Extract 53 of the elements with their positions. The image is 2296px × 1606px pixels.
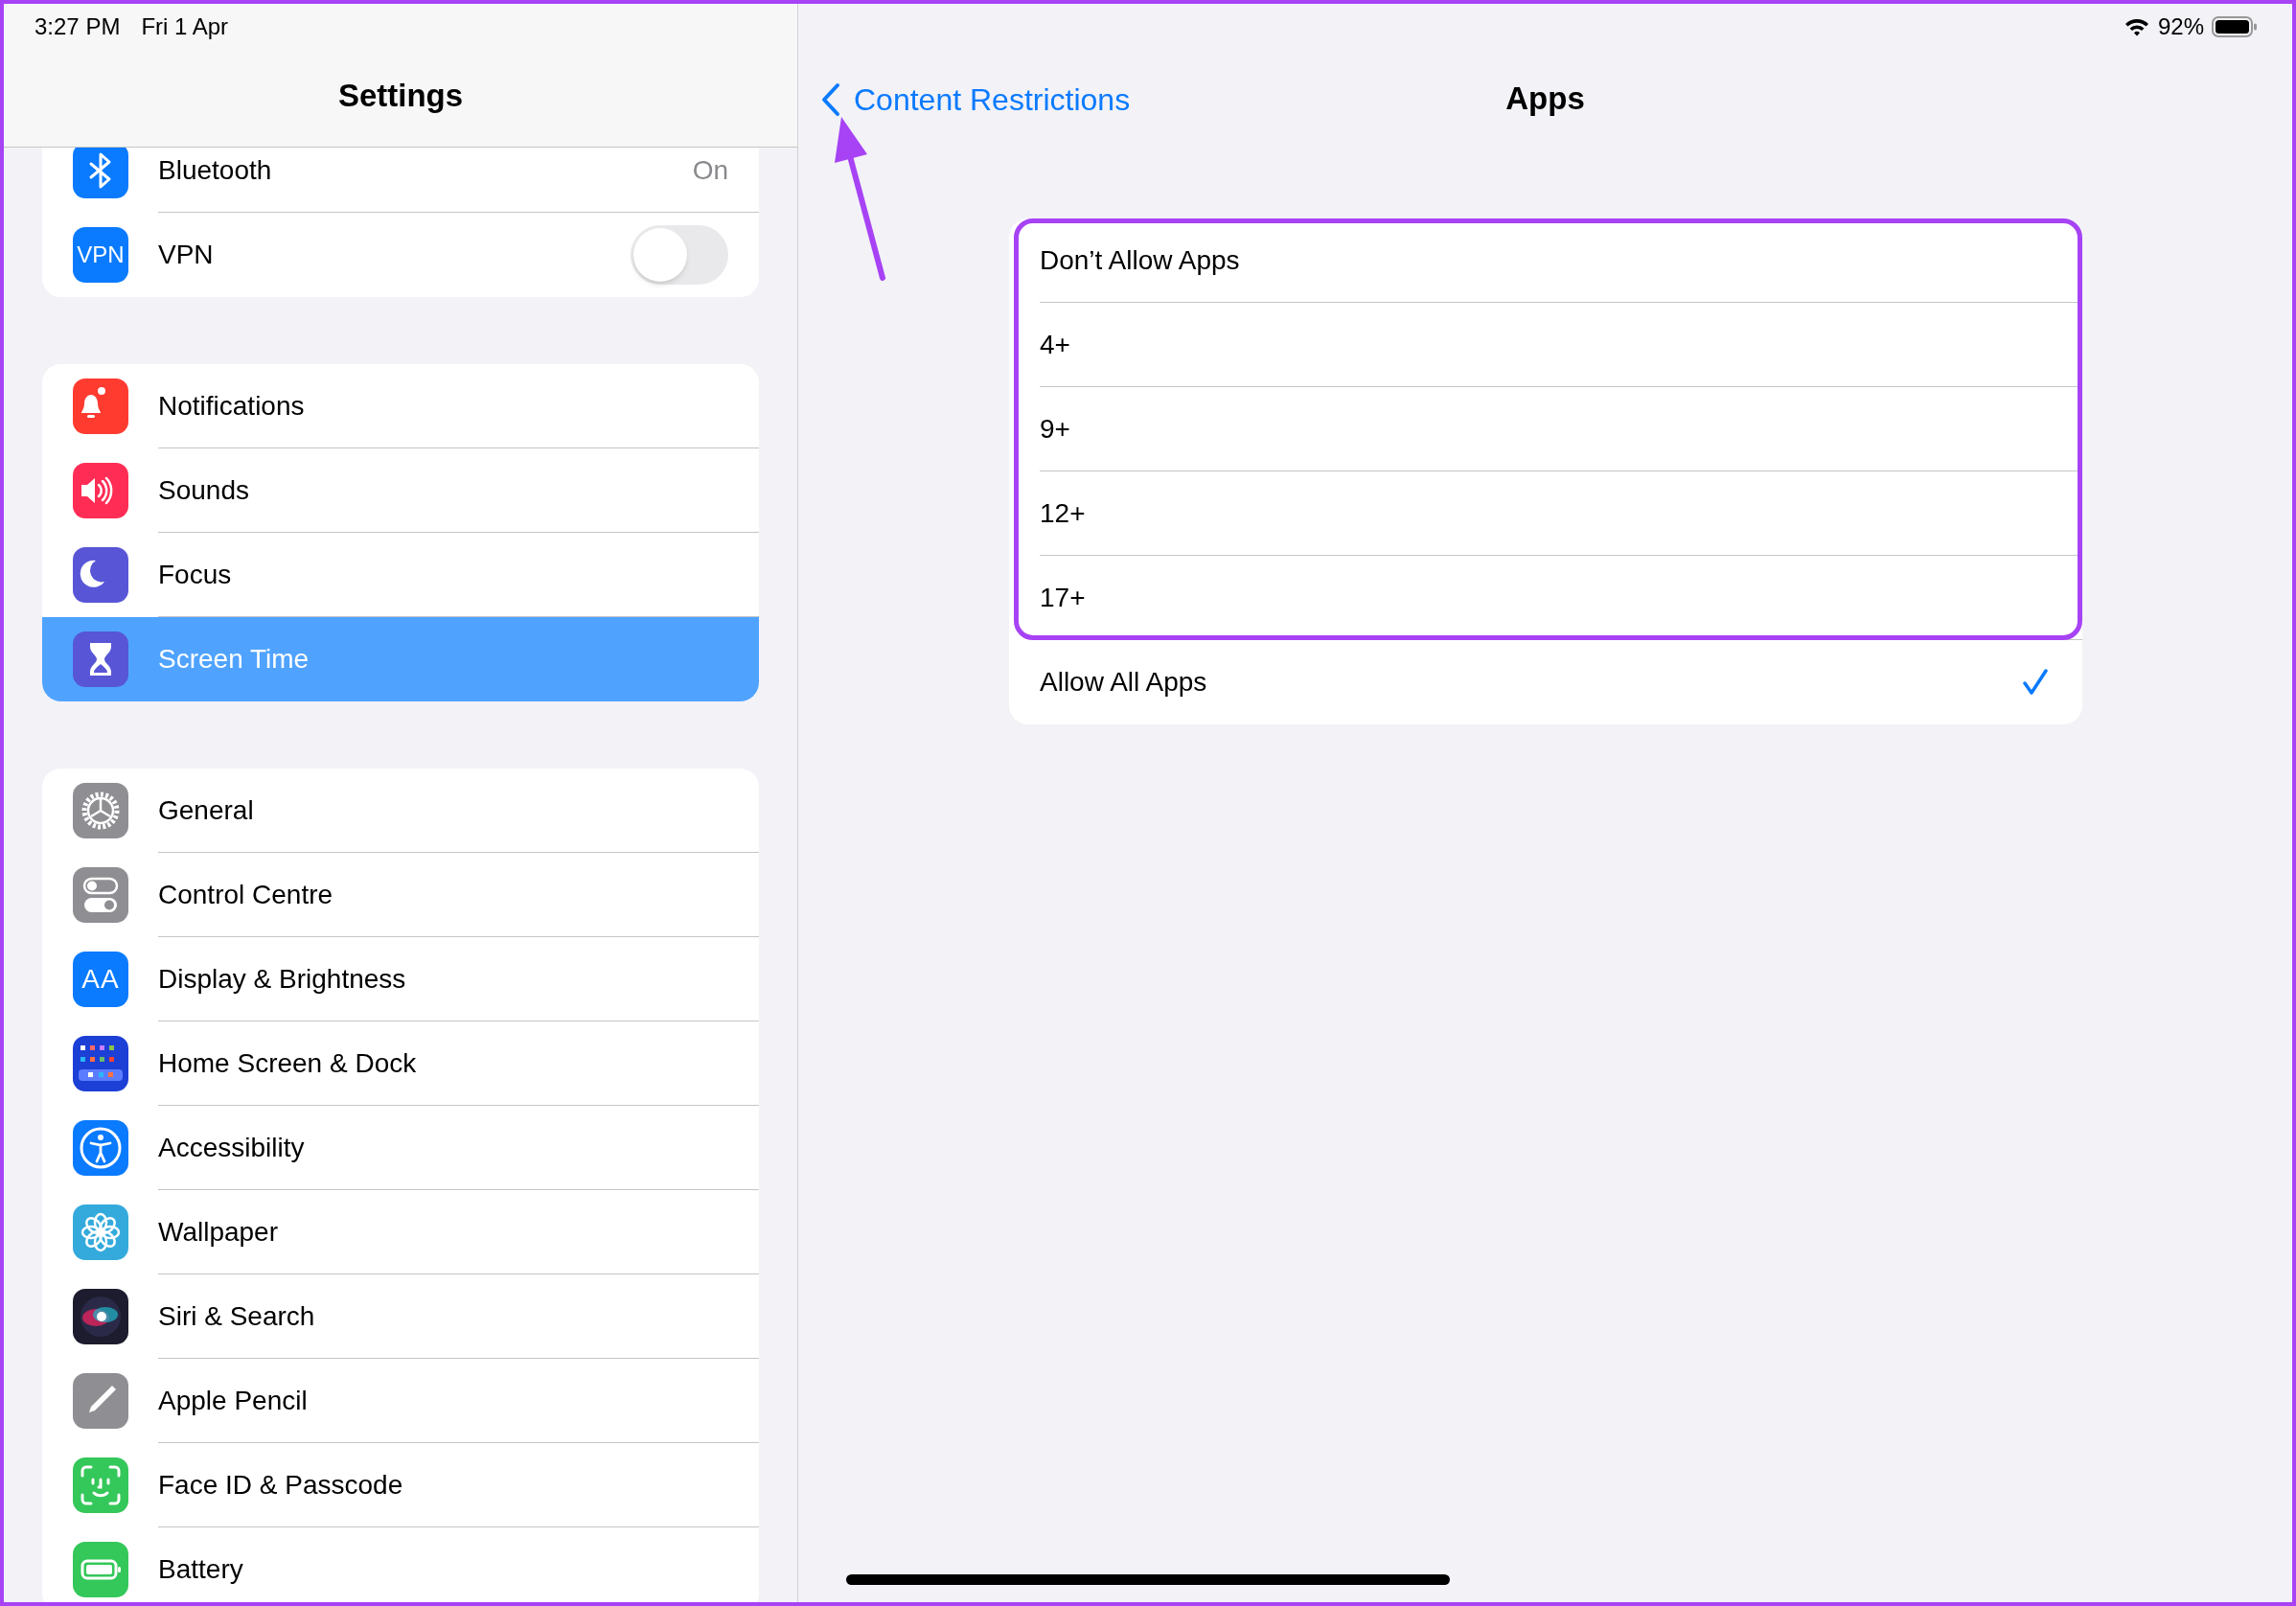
option-row[interactable]: 17+ xyxy=(1009,556,2082,640)
option-label: 17+ xyxy=(1040,581,1087,614)
settings-title: Settings xyxy=(337,76,464,115)
row-label: Battery xyxy=(158,1553,244,1586)
option-label: Don’t Allow Apps xyxy=(1040,243,1241,277)
battery-percentage: 92% xyxy=(2157,12,2204,41)
row-label: Sounds xyxy=(158,473,250,507)
row-label: Accessibility xyxy=(158,1131,306,1164)
battery-icon xyxy=(2212,15,2258,38)
option-row[interactable]: 4+ xyxy=(1009,303,2082,387)
status-date: Fri 1 Apr xyxy=(141,12,229,41)
row-label: VPN xyxy=(158,239,215,271)
row-label: Face ID & Passcode xyxy=(158,1468,404,1502)
row-label: Siri & Search xyxy=(158,1299,316,1333)
option-label: Allow All Apps xyxy=(1040,666,1208,699)
row-label: Home Screen & Dock xyxy=(158,1046,418,1080)
bell-icon xyxy=(73,379,128,434)
face-icon xyxy=(73,1457,128,1513)
wifi-icon xyxy=(2123,16,2150,37)
row-label: Bluetooth xyxy=(158,153,273,187)
row-label: Screen Time xyxy=(158,643,310,676)
row-label: Apple Pencil xyxy=(158,1384,309,1417)
pencil-icon xyxy=(73,1373,128,1429)
orb-icon xyxy=(73,1289,128,1344)
option-label: 9+ xyxy=(1040,412,1071,446)
option-row[interactable]: 9+ xyxy=(1009,387,2082,471)
option-label: 12+ xyxy=(1040,496,1087,530)
row-label: Control Centre xyxy=(158,878,334,911)
text-size-icon: AA xyxy=(73,952,128,1007)
hourglass-icon xyxy=(73,631,128,687)
page-title: Apps xyxy=(1505,80,1585,119)
app-grid-icon xyxy=(73,1036,128,1091)
moon-icon xyxy=(73,547,128,603)
back-link[interactable]: Content Restrictions xyxy=(821,77,1131,123)
option-label: 4+ xyxy=(1040,328,1071,361)
speaker-icon xyxy=(73,463,128,518)
row-value: On xyxy=(692,153,728,187)
vpn-icon: VPN xyxy=(73,227,128,283)
flower-icon xyxy=(73,1204,128,1260)
accessibility-icon xyxy=(73,1120,128,1176)
toggles-icon xyxy=(73,867,128,923)
row-label: Display & Brightness xyxy=(158,962,407,996)
row-label: Wallpaper xyxy=(158,1215,279,1249)
option-row[interactable]: Don’t Allow Apps xyxy=(1009,218,2082,303)
option-row[interactable]: Allow All Apps xyxy=(1009,640,2082,724)
back-chevron-icon xyxy=(821,82,840,117)
battery-icon xyxy=(73,1542,128,1597)
row-label: General xyxy=(158,793,255,827)
option-row[interactable]: 12+ xyxy=(1009,471,2082,556)
status-time: 3:27 PM xyxy=(34,12,121,41)
row-label: Notifications xyxy=(158,389,306,423)
gear-icon xyxy=(73,783,128,838)
row-label: Focus xyxy=(158,558,233,591)
